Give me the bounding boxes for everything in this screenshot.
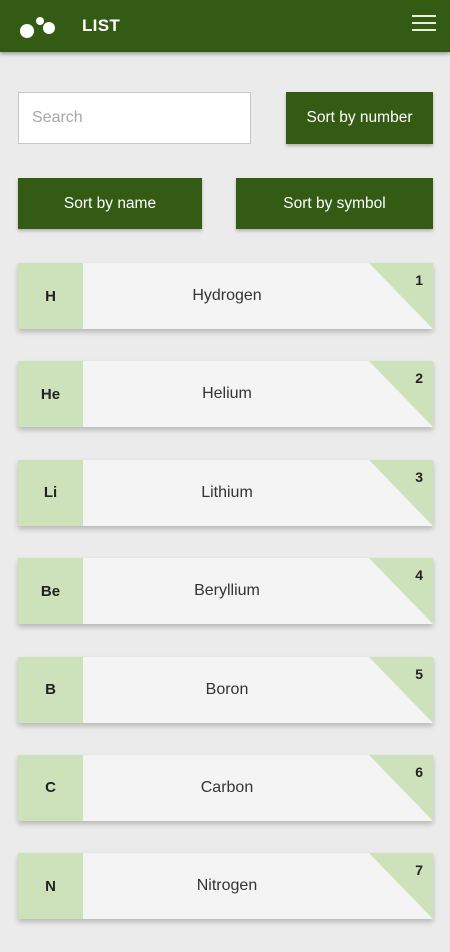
element-card[interactable]: He Helium 2	[18, 361, 433, 428]
hamburger-menu-icon[interactable]	[412, 15, 436, 35]
element-card[interactable]: Be Beryllium 4	[18, 558, 433, 625]
element-list: H Hydrogen 1 He Helium 2 Li Lithium 3 Be…	[18, 263, 433, 952]
corner-triangle	[369, 558, 433, 625]
corner-triangle	[369, 656, 433, 723]
element-card[interactable]: C Carbon 6	[18, 754, 433, 821]
sort-by-symbol-button[interactable]: Sort by symbol	[236, 178, 433, 229]
corner-triangle	[369, 361, 433, 428]
sort-by-name-button[interactable]: Sort by name	[18, 178, 202, 229]
element-symbol: B	[18, 656, 83, 723]
corner-triangle	[369, 263, 433, 329]
element-symbol: Li	[18, 459, 83, 526]
sort-by-number-button[interactable]: Sort by number	[286, 92, 433, 144]
element-number: 7	[415, 862, 423, 879]
element-symbol: C	[18, 754, 83, 821]
app-bar: LIST	[0, 0, 450, 52]
element-card[interactable]: B Boron 5	[18, 656, 433, 723]
element-number: 5	[415, 665, 423, 682]
search-input[interactable]	[18, 92, 251, 144]
element-symbol: He	[18, 361, 83, 428]
element-number: 4	[415, 567, 423, 584]
element-number: 1	[415, 272, 423, 288]
element-card[interactable]: H Hydrogen 1	[18, 263, 433, 329]
element-card[interactable]: Li Lithium 3	[18, 459, 433, 526]
element-symbol: H	[18, 263, 83, 329]
element-number: 3	[415, 468, 423, 485]
corner-triangle	[369, 754, 433, 821]
corner-triangle	[369, 853, 433, 920]
molecule-logo-icon[interactable]	[18, 14, 58, 40]
element-card[interactable]: N Nitrogen 7	[18, 853, 433, 920]
element-number: 6	[415, 763, 423, 780]
corner-triangle	[369, 459, 433, 526]
element-number: 2	[415, 370, 423, 387]
page-title: LIST	[82, 16, 121, 35]
element-symbol: N	[18, 853, 83, 920]
element-symbol: Be	[18, 558, 83, 625]
